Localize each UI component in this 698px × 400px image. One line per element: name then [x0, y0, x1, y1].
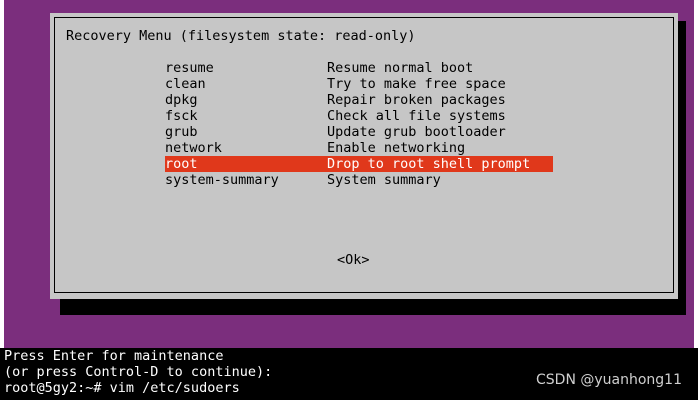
menu-item-key: resume — [165, 60, 214, 76]
terminal-prompt-line: root@5gy2:~# vim /etc/sudoers — [4, 380, 240, 396]
menu-item-key: clean — [165, 76, 206, 92]
menu-item-resume[interactable]: resume Resume normal boot — [165, 60, 555, 76]
menu-item-description: Update grub bootloader — [327, 124, 506, 140]
menu-item-network[interactable]: network Enable networking — [165, 140, 555, 156]
screen: Recovery Menu (filesystem state: read-on… — [0, 0, 698, 400]
menu-item-clean[interactable]: clean Try to make free space — [165, 76, 555, 92]
menu-item-description: Check all file systems — [327, 108, 506, 124]
dialog-title: Recovery Menu (filesystem state: read-on… — [66, 28, 416, 44]
menu-item-key: system-summary — [165, 172, 279, 188]
menu-item-description: Enable networking — [327, 140, 466, 156]
menu-item-key: fsck — [165, 108, 198, 124]
menu-item-key: root — [165, 156, 198, 172]
menu-item-key: network — [165, 140, 222, 156]
watermark: CSDN @yuanhong11 — [536, 372, 682, 388]
menu-item-description: Repair broken packages — [327, 92, 506, 108]
menu-item-grub[interactable]: grub Update grub bootloader — [165, 124, 555, 140]
menu-item-description: System summary — [327, 172, 441, 188]
recovery-menu-dialog: Recovery Menu (filesystem state: read-on… — [50, 13, 678, 299]
menu-item-description: Try to make free space — [327, 76, 506, 92]
menu-item-fsck[interactable]: fsck Check all file systems — [165, 108, 555, 124]
terminal-line: Press Enter for maintenance — [4, 348, 224, 364]
ok-button[interactable]: <Ok> — [337, 252, 370, 268]
terminal-line: (or press Control-D to continue): — [4, 364, 273, 380]
menu-item-key: grub — [165, 124, 198, 140]
menu-item-description: Drop to root shell prompt — [327, 156, 531, 172]
menu-item-key: dpkg — [165, 92, 198, 108]
menu-item-system-summary[interactable]: system-summary System summary — [165, 172, 555, 188]
menu-item-root[interactable]: root Drop to root shell prompt — [165, 156, 555, 172]
menu-item-dpkg[interactable]: dpkg Repair broken packages — [165, 92, 555, 108]
menu-item-description: Resume normal boot — [327, 60, 474, 76]
recovery-menu-list: resume Resume normal boot clean Try to m… — [165, 60, 555, 188]
